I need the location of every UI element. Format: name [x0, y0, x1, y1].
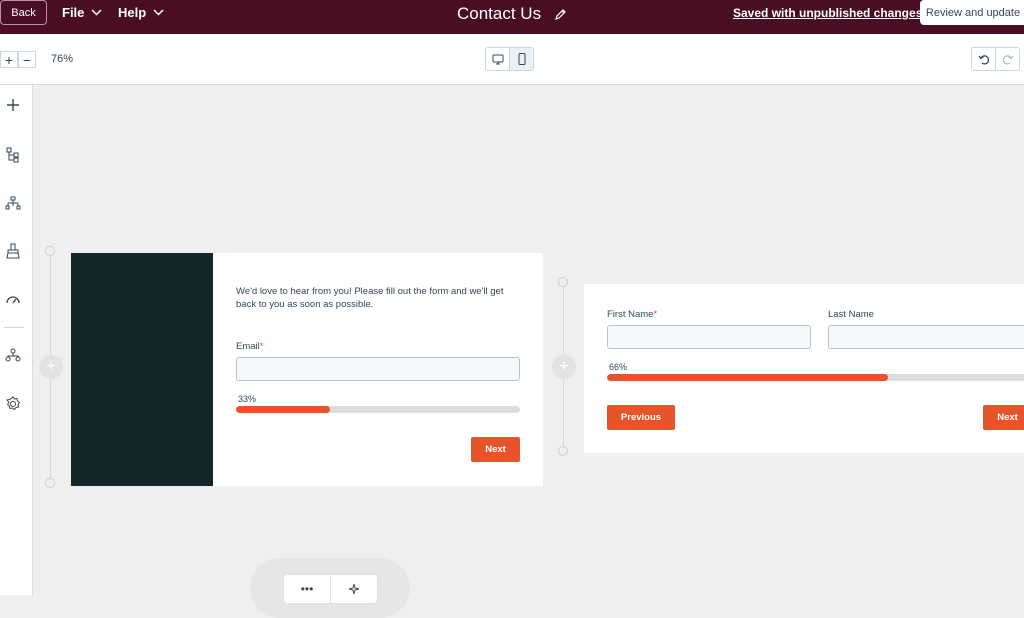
undo-button[interactable]	[972, 48, 995, 70]
left-sidebar	[0, 85, 33, 595]
step1-bottom-handle[interactable]	[45, 478, 55, 488]
form-step-2[interactable]: First Name* Last Name 66% Previous Next	[584, 284, 1024, 453]
previous-button[interactable]: Previous	[607, 405, 675, 430]
settings-icon[interactable]	[4, 395, 22, 413]
step1-progress-track	[236, 406, 520, 413]
save-status-link[interactable]: Saved with unpublished changes	[733, 6, 922, 20]
page-title-text: Contact Us	[457, 4, 542, 23]
pencil-icon[interactable]	[554, 8, 567, 21]
last-name-label: Last Name	[828, 309, 874, 320]
step1-next-button[interactable]: Next	[471, 437, 520, 462]
undo-icon	[978, 55, 989, 65]
mobile-icon	[518, 53, 526, 65]
redo-button[interactable]	[995, 48, 1019, 70]
step2-bottom-handle[interactable]	[558, 446, 568, 456]
page-title: Contact Us	[457, 4, 567, 24]
redo-icon	[1002, 55, 1014, 65]
desktop-view-button[interactable]	[486, 48, 509, 70]
ai-assist-button[interactable]	[330, 575, 377, 603]
step1-progress-fill	[236, 406, 330, 413]
performance-icon[interactable]	[4, 290, 22, 308]
add-icon[interactable]	[4, 96, 22, 114]
step1-image-panel	[71, 253, 213, 486]
help-menu[interactable]: Help	[118, 0, 164, 25]
step2-progress-track	[607, 374, 1024, 381]
add-step-between-button[interactable]: +	[552, 355, 576, 379]
top-bar: Back File Help Contact Us Saved with unp…	[0, 0, 1024, 34]
email-field[interactable]	[236, 357, 520, 381]
layers-icon[interactable]	[4, 146, 22, 164]
review-and-update-button[interactable]: Review and update	[920, 0, 1024, 25]
zoom-level: 76%	[51, 53, 74, 65]
first-name-label: First Name*	[607, 309, 657, 320]
mobile-view-button[interactable]	[509, 48, 533, 70]
email-label: Email*	[236, 341, 263, 352]
editor-toolbar: + − 76%	[0, 34, 1024, 85]
step2-top-handle[interactable]	[558, 277, 568, 287]
chevron-down-icon	[91, 9, 102, 16]
last-name-field[interactable]	[828, 325, 1024, 349]
back-button[interactable]: Back	[0, 0, 47, 25]
chevron-down-icon	[153, 9, 164, 16]
add-step-before-button[interactable]: +	[39, 355, 63, 379]
first-name-label-text: First Name	[607, 309, 654, 320]
brush-icon[interactable]	[4, 242, 22, 260]
step1-progress-label: 33%	[238, 394, 257, 404]
step1-top-handle[interactable]	[45, 246, 55, 256]
file-menu-label: File	[62, 5, 85, 20]
zoom-out-button[interactable]: −	[18, 51, 36, 68]
step2-progress-label: 66%	[609, 362, 628, 372]
step2-progress-fill	[607, 374, 888, 381]
structure-icon[interactable]	[4, 194, 22, 212]
sparkle-icon	[348, 583, 360, 595]
undo-redo-group	[971, 47, 1020, 71]
first-name-field[interactable]	[607, 325, 811, 349]
step2-next-button[interactable]: Next	[983, 405, 1024, 430]
form-step-1[interactable]: We'd love to hear from you! Please fill …	[71, 253, 543, 486]
email-label-text: Email	[236, 341, 260, 352]
device-toggle	[485, 47, 534, 71]
zoom-in-button[interactable]: +	[0, 51, 18, 68]
desktop-icon	[492, 54, 504, 64]
floating-action-bar: •••	[283, 574, 378, 604]
required-mark: *	[259, 341, 264, 352]
help-menu-label: Help	[118, 5, 147, 20]
sidebar-divider	[4, 327, 24, 328]
step1-intro-text: We'd love to hear from you! Please fill …	[236, 286, 504, 310]
required-mark: *	[653, 309, 658, 320]
more-options-button[interactable]: •••	[284, 575, 330, 603]
file-menu[interactable]: File	[62, 0, 102, 25]
hierarchy-icon[interactable]	[4, 346, 22, 364]
